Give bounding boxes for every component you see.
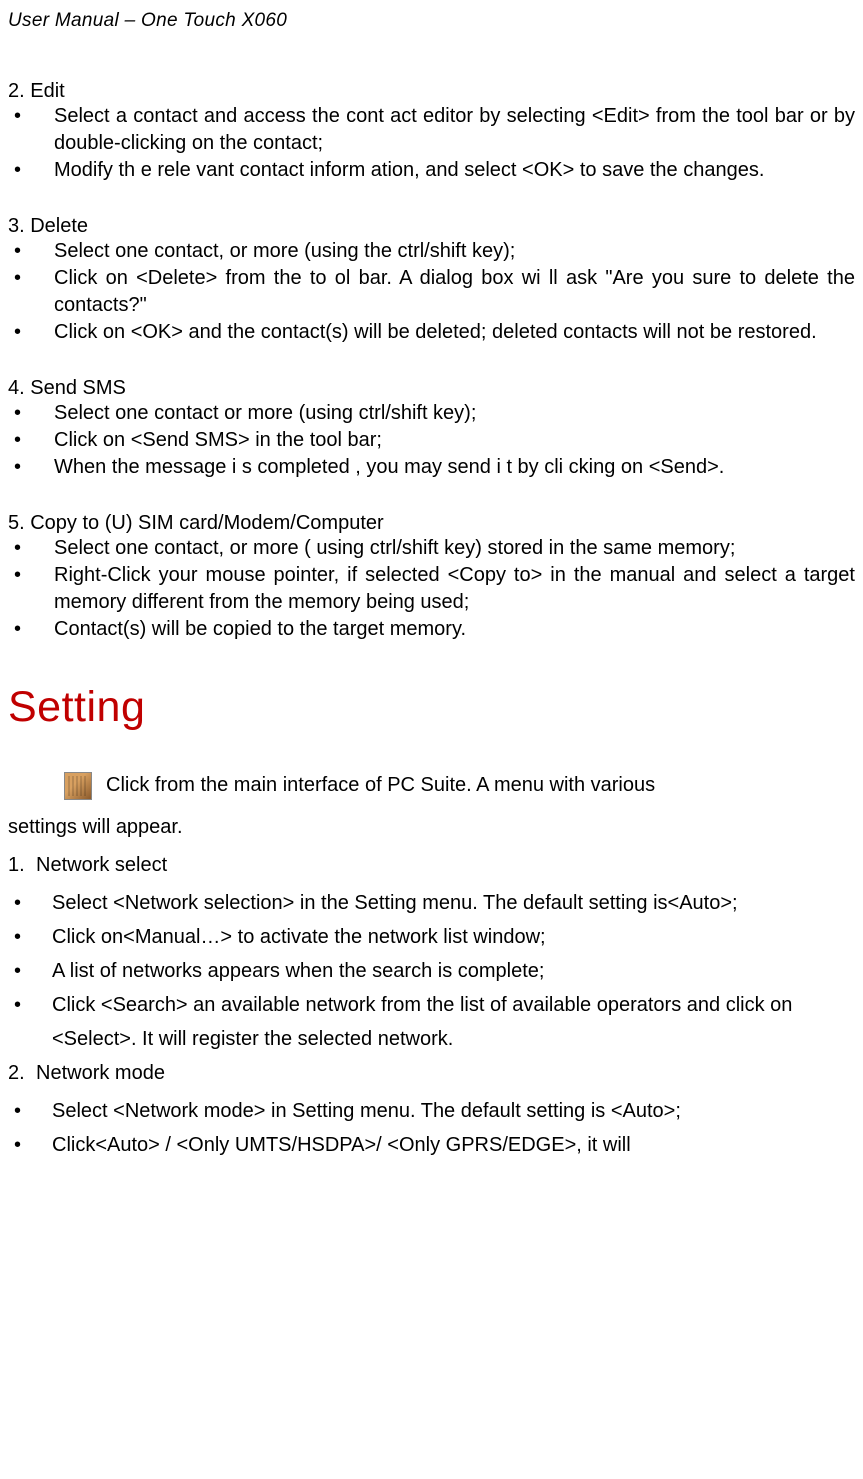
list-item: Click on <Delete> from the to ol bar. A … <box>8 265 855 319</box>
list-item: Click on <Send SMS> in the tool bar; <box>8 427 855 454</box>
numbered-item-1: 1.Network select <box>8 848 855 882</box>
list-item: Select one contact, or more (using the c… <box>8 238 855 265</box>
item-title: Network select <box>36 854 167 876</box>
network-mode-list: Select <Network mode> in Setting menu. T… <box>8 1094 855 1162</box>
intro-line-2: settings will appear. <box>8 810 855 844</box>
list-item: Click <Search> an available network from… <box>8 988 855 1056</box>
network-select-list: Select <Network selection> in the Settin… <box>8 886 855 1056</box>
list-item: Select a contact and access the cont act… <box>8 103 855 157</box>
list-item: A list of networks appears when the sear… <box>8 954 855 988</box>
list-item: Select <Network selection> in the Settin… <box>8 886 855 920</box>
section-5-title: 5. Copy to (U) SIM card/Modem/Computer <box>8 512 855 535</box>
item-number: 1. <box>8 848 36 882</box>
section-4-title: 4. Send SMS <box>8 377 855 400</box>
list-item: When the message i s completed , you may… <box>8 454 855 481</box>
section-3-title: 3. Delete <box>8 215 855 238</box>
list-item: Click on<Manual…> to activate the networ… <box>8 920 855 954</box>
list-item: Modify th e rele vant contact inform ati… <box>8 157 855 184</box>
setting-heading: Setting <box>8 683 855 732</box>
section-3-list: Select one contact, or more (using the c… <box>8 238 855 346</box>
intro-line-1: Click from the main interface of PC Suit… <box>8 768 855 802</box>
intro-text-1: Click from the main interface of PC Suit… <box>106 774 655 796</box>
section-4-list: Select one contact or more (using ctrl/s… <box>8 400 855 481</box>
list-item: Select <Network mode> in Setting menu. T… <box>8 1094 855 1128</box>
list-item: Contact(s) will be copied to the target … <box>8 616 855 643</box>
section-5-list: Select one contact, or more ( using ctrl… <box>8 535 855 643</box>
section-2-list: Select a contact and access the cont act… <box>8 103 855 184</box>
list-item: Click on <OK> and the contact(s) will be… <box>8 319 855 346</box>
list-item: Right-Click your mouse pointer, if selec… <box>8 562 855 616</box>
item-number: 2. <box>8 1056 36 1090</box>
item-title: Network mode <box>36 1062 165 1084</box>
numbered-item-2: 2.Network mode <box>8 1056 855 1090</box>
list-item: Select one contact, or more ( using ctrl… <box>8 535 855 562</box>
list-item: Click<Auto> / <Only UMTS/HSDPA>/ <Only G… <box>8 1128 855 1162</box>
section-2-title: 2. Edit <box>8 80 855 103</box>
settings-icon <box>64 772 92 800</box>
list-item: Select one contact or more (using ctrl/s… <box>8 400 855 427</box>
manual-header: User Manual – One Touch X060 <box>8 10 855 32</box>
